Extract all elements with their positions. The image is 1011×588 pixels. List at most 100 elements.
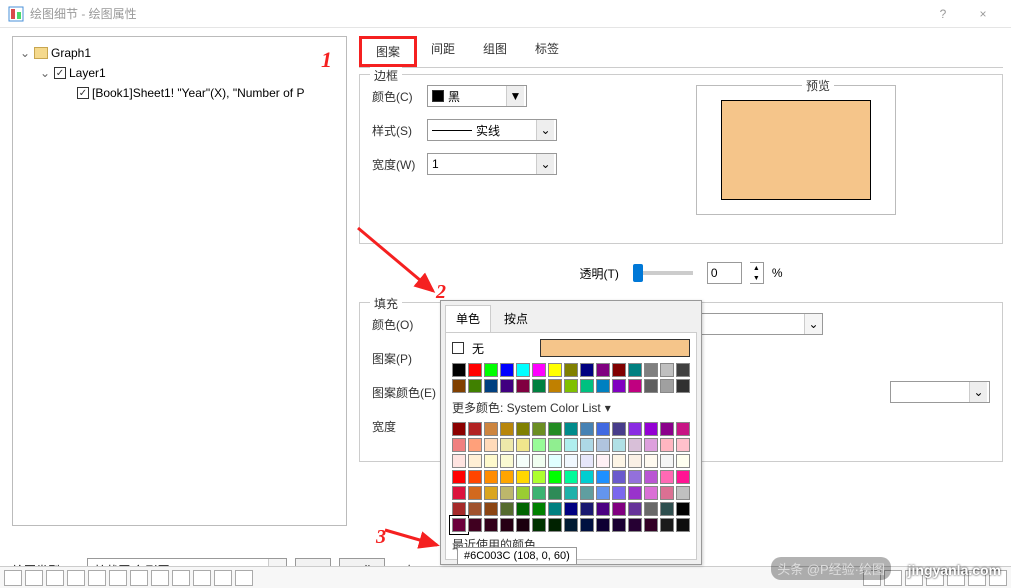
color-cell[interactable] <box>612 422 626 436</box>
tool-icon[interactable] <box>67 570 85 586</box>
color-cell[interactable] <box>644 379 658 393</box>
color-cell[interactable] <box>628 438 642 452</box>
color-cell[interactable] <box>484 518 498 532</box>
color-cell[interactable] <box>516 518 530 532</box>
color-cell[interactable] <box>564 379 578 393</box>
color-cell[interactable] <box>548 502 562 516</box>
color-cell[interactable] <box>500 454 514 468</box>
color-cell[interactable] <box>500 470 514 484</box>
color-cell[interactable] <box>564 470 578 484</box>
transparency-input[interactable] <box>707 262 742 284</box>
color-cell[interactable] <box>660 422 674 436</box>
color-cell[interactable] <box>612 454 626 468</box>
color-cell[interactable] <box>548 454 562 468</box>
color-cell[interactable] <box>612 379 626 393</box>
color-cell[interactable] <box>564 454 578 468</box>
color-cell[interactable] <box>452 438 466 452</box>
color-cell[interactable] <box>644 486 658 500</box>
color-cell[interactable] <box>516 379 530 393</box>
checkbox-checked-icon[interactable]: ✓ <box>54 67 66 79</box>
color-cell[interactable] <box>564 438 578 452</box>
tool-icon[interactable] <box>109 570 127 586</box>
color-cell[interactable] <box>468 379 482 393</box>
color-cell[interactable] <box>612 502 626 516</box>
color-cell[interactable] <box>500 363 514 377</box>
color-cell[interactable] <box>564 486 578 500</box>
color-cell[interactable] <box>612 470 626 484</box>
color-cell[interactable] <box>468 470 482 484</box>
color-cell[interactable] <box>628 518 642 532</box>
tool-icon[interactable] <box>214 570 232 586</box>
color-cell[interactable] <box>596 454 610 468</box>
color-cell[interactable] <box>548 363 562 377</box>
tab-label[interactable]: 标签 <box>521 36 573 67</box>
color-cell[interactable] <box>660 518 674 532</box>
color-cell[interactable] <box>612 438 626 452</box>
color-cell[interactable] <box>484 470 498 484</box>
color-cell[interactable] <box>564 518 578 532</box>
tool-icon[interactable] <box>130 570 148 586</box>
color-cell[interactable] <box>500 518 514 532</box>
color-cell[interactable] <box>644 422 658 436</box>
color-cell[interactable] <box>580 502 594 516</box>
tool-icon[interactable] <box>4 570 22 586</box>
color-cell[interactable] <box>628 422 642 436</box>
color-cell[interactable] <box>564 422 578 436</box>
tool-icon[interactable] <box>193 570 211 586</box>
color-cell[interactable] <box>516 454 530 468</box>
more-colors-row[interactable]: 更多颜色: System Color List ▾ <box>452 399 690 416</box>
color-cell[interactable] <box>452 518 466 532</box>
tree-layer[interactable]: ⌄ ✓ Layer1 <box>19 63 340 83</box>
color-cell[interactable] <box>548 438 562 452</box>
tool-icon[interactable] <box>151 570 169 586</box>
color-cell[interactable] <box>596 502 610 516</box>
color-cell[interactable] <box>628 470 642 484</box>
color-cell[interactable] <box>468 502 482 516</box>
color-cell[interactable] <box>468 438 482 452</box>
tool-icon[interactable] <box>172 570 190 586</box>
color-cell[interactable] <box>516 438 530 452</box>
color-cell[interactable] <box>532 518 546 532</box>
color-cell[interactable] <box>532 422 546 436</box>
color-cell[interactable] <box>468 518 482 532</box>
color-cell[interactable] <box>516 486 530 500</box>
color-cell[interactable] <box>660 379 674 393</box>
color-cell[interactable] <box>484 486 498 500</box>
color-cell[interactable] <box>676 470 690 484</box>
transparency-spinner[interactable]: ▲▼ <box>750 262 764 284</box>
color-cell[interactable] <box>580 363 594 377</box>
color-cell[interactable] <box>500 422 514 436</box>
color-cell[interactable] <box>596 422 610 436</box>
close-button[interactable]: × <box>963 0 1003 28</box>
color-cell[interactable] <box>532 486 546 500</box>
color-cell[interactable] <box>596 379 610 393</box>
color-cell[interactable] <box>628 502 642 516</box>
color-cell[interactable] <box>580 438 594 452</box>
color-cell[interactable] <box>532 379 546 393</box>
color-cell[interactable] <box>532 470 546 484</box>
color-cell[interactable] <box>628 379 642 393</box>
color-cell[interactable] <box>564 363 578 377</box>
color-cell[interactable] <box>564 502 578 516</box>
color-cell[interactable] <box>468 486 482 500</box>
color-cell[interactable] <box>580 486 594 500</box>
color-cell[interactable] <box>516 422 530 436</box>
color-cell[interactable] <box>500 379 514 393</box>
color-cell[interactable] <box>596 438 610 452</box>
color-cell[interactable] <box>484 363 498 377</box>
color-cell[interactable] <box>628 454 642 468</box>
color-cell[interactable] <box>452 454 466 468</box>
color-cell[interactable] <box>484 379 498 393</box>
color-cell[interactable] <box>612 518 626 532</box>
color-cell[interactable] <box>676 438 690 452</box>
color-tab-points[interactable]: 按点 <box>493 305 539 332</box>
color-cell[interactable] <box>452 379 466 393</box>
color-cell[interactable] <box>484 438 498 452</box>
color-cell[interactable] <box>548 379 562 393</box>
color-cell[interactable] <box>676 379 690 393</box>
checkbox-checked-icon[interactable]: ✓ <box>77 87 89 99</box>
color-cell[interactable] <box>676 422 690 436</box>
color-cell[interactable] <box>612 363 626 377</box>
color-cell[interactable] <box>452 486 466 500</box>
color-cell[interactable] <box>468 363 482 377</box>
